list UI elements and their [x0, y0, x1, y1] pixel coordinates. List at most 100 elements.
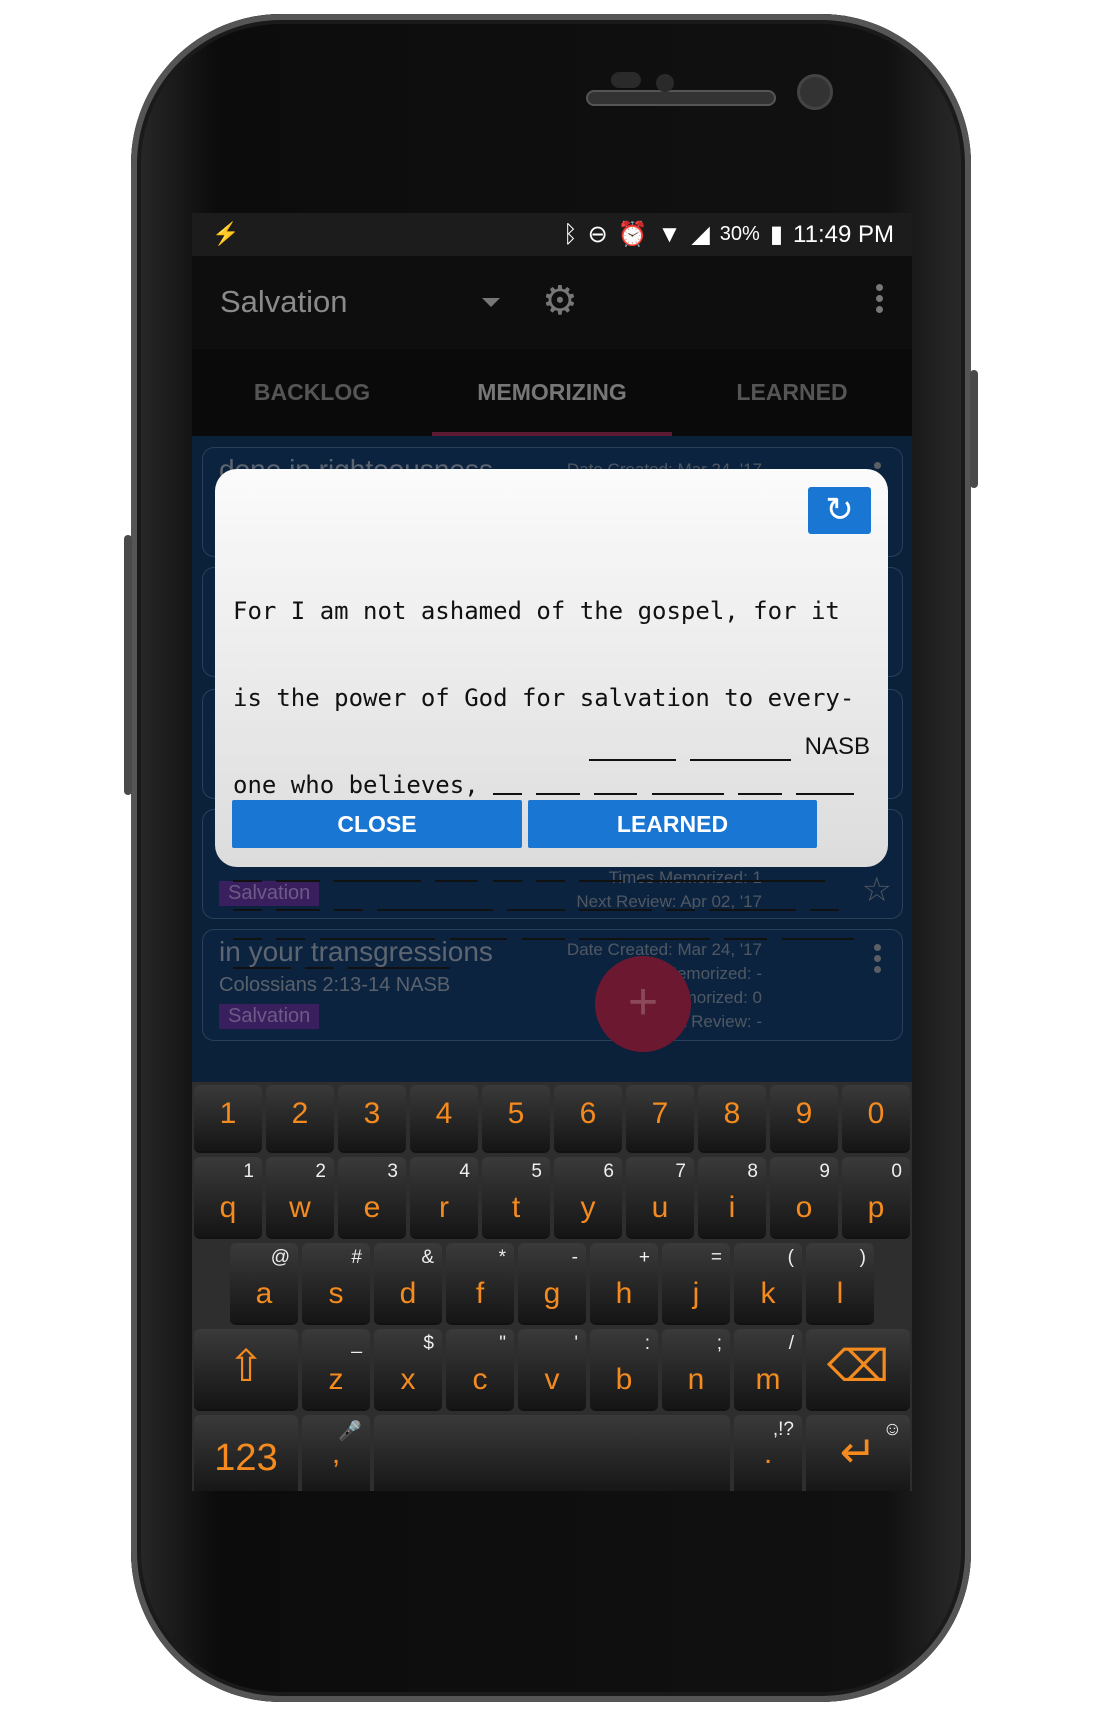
memorize-dialog: ↻ For I am not ashamed of the gospel, fo… [215, 469, 888, 969]
symbols-key[interactable]: 123 [194, 1415, 298, 1491]
clock: 11:49 PM [793, 220, 894, 248]
key-hint: * [498, 1247, 506, 1268]
key-z[interactable]: z _ [302, 1329, 370, 1409]
key-j[interactable]: j = [662, 1243, 730, 1323]
word-blank [435, 860, 479, 882]
key-label: w [289, 1191, 311, 1224]
word-blank [492, 860, 522, 882]
key-hint: ; [716, 1333, 722, 1354]
more-vert-icon[interactable] [876, 284, 883, 317]
key-y[interactable]: y6 [554, 1157, 622, 1237]
key-label: y [580, 1191, 596, 1224]
earpiece [586, 90, 776, 106]
word-blank [666, 889, 695, 911]
backspace-key[interactable]: ⌫ [806, 1329, 910, 1409]
key-h[interactable]: h + [590, 1243, 658, 1323]
word-blank [536, 860, 565, 882]
key-w[interactable]: w2 [266, 1157, 334, 1237]
key-label: z [328, 1363, 344, 1396]
key-label: k [760, 1277, 776, 1310]
key-a[interactable]: a @ [230, 1243, 298, 1323]
word-blank [594, 773, 638, 795]
key-1[interactable]: 1 [194, 1085, 262, 1151]
enter-key[interactable]: ↵ ☺ [806, 1415, 910, 1491]
word-blank [233, 889, 262, 911]
key-r[interactable]: r4 [410, 1157, 478, 1237]
key-5[interactable]: 5 [482, 1085, 550, 1151]
key-l[interactable]: l) [806, 1243, 874, 1323]
caret-down-icon[interactable] [482, 298, 500, 307]
key-o[interactable]: o9 [770, 1157, 838, 1237]
key-q[interactable]: q1 [194, 1157, 262, 1237]
more-vert-icon[interactable] [874, 944, 881, 977]
verse-list: done in righteousness Date Created: Mar … [192, 436, 912, 1082]
refresh-icon[interactable]: ↻ [808, 487, 871, 534]
key-label: p [867, 1191, 885, 1224]
learned-button[interactable]: LEARNED [528, 800, 817, 848]
key-label: f [475, 1277, 485, 1310]
gear-icon[interactable]: ⚙ [542, 278, 578, 324]
word-blank [810, 889, 840, 911]
comma-key[interactable]: , 🎤 [302, 1415, 370, 1491]
key-e[interactable]: e3 [338, 1157, 406, 1237]
key-p[interactable]: p0 [842, 1157, 910, 1237]
front-camera [797, 74, 833, 110]
collection-title[interactable]: Salvation [220, 284, 348, 320]
word-blank [377, 889, 493, 911]
key-c[interactable]: c " [446, 1329, 514, 1409]
key-n[interactable]: n; [662, 1329, 730, 1409]
key-label: 5 [507, 1097, 525, 1130]
key-label: v [544, 1363, 560, 1396]
battery-percent: 30% [719, 223, 760, 245]
key-m[interactable]: m / [734, 1329, 802, 1409]
key-7[interactable]: 7 [626, 1085, 694, 1151]
word-blank [536, 773, 580, 795]
key-s[interactable]: s # [302, 1243, 370, 1323]
keyboard-row: q1w2e3r4t5y6u7i8o9p0 [194, 1157, 910, 1237]
key-g[interactable]: g- [518, 1243, 586, 1323]
close-button[interactable]: CLOSE [232, 800, 522, 848]
key-i[interactable]: i8 [698, 1157, 766, 1237]
word-blank [579, 860, 623, 882]
key-label: c [472, 1363, 488, 1396]
key-8[interactable]: 8 [698, 1085, 766, 1151]
translation: NASB [804, 733, 870, 760]
key-f[interactable]: f * [446, 1243, 514, 1323]
key-label: e [363, 1191, 381, 1224]
key-4[interactable]: 4 [410, 1085, 478, 1151]
sensor [611, 72, 641, 88]
key-t[interactable]: t5 [482, 1157, 550, 1237]
keyboard: 1 2 3 4 5 6 7 8 9 0 q 1 w 2 e 3 r 4 t 5 y 6 u 7 i 8 o 9 p 0 a @ s # d & f * g -… [192, 1082, 912, 1491]
key-hint: $ [423, 1333, 434, 1354]
key-k[interactable]: k( [734, 1243, 802, 1323]
key-hint: - [571, 1247, 578, 1268]
period-key[interactable]: .,!? [734, 1415, 802, 1491]
tab-memorizing[interactable]: MEMORIZING [432, 349, 672, 436]
key-3[interactable]: 3 [338, 1085, 406, 1151]
key-hint: " [499, 1333, 506, 1354]
key-b[interactable]: b: [590, 1329, 658, 1409]
tab-learned[interactable]: LEARNED [672, 349, 912, 436]
key-label: b [615, 1363, 633, 1396]
shift-key[interactable]: ⇧ [194, 1329, 298, 1409]
key-hint: 2 [315, 1161, 326, 1182]
key-6[interactable]: 6 [554, 1085, 622, 1151]
word-blank [233, 918, 262, 940]
key-label: n [687, 1363, 705, 1396]
word-blank [689, 739, 791, 761]
key-v[interactable]: v ' [518, 1329, 586, 1409]
tab-backlog[interactable]: BACKLOG [192, 349, 432, 436]
key-2[interactable]: 2 [266, 1085, 334, 1151]
word-blank [233, 947, 291, 969]
key-label: 2 [291, 1097, 309, 1130]
key-label: q [219, 1191, 237, 1224]
space-key[interactable] [374, 1415, 730, 1491]
key-hint: + [638, 1247, 650, 1268]
verse-line: one who believes, [233, 771, 873, 800]
key-0[interactable]: 0 [842, 1085, 910, 1151]
key-u[interactable]: u7 [626, 1157, 694, 1237]
key-x[interactable]: x $ [374, 1329, 442, 1409]
key-d[interactable]: d & [374, 1243, 442, 1323]
key-hint: ( [787, 1247, 794, 1268]
key-9[interactable]: 9 [770, 1085, 838, 1151]
